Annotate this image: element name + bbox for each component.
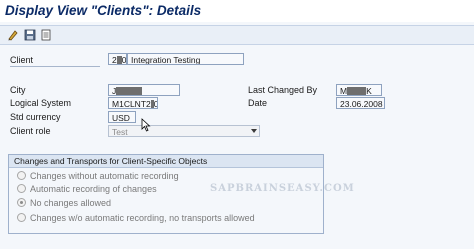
redaction xyxy=(116,87,143,95)
city-label: City xyxy=(10,85,26,95)
save-icon[interactable] xyxy=(24,29,36,41)
client-role-value: Test xyxy=(112,127,128,137)
transports-group: Changes and Transports for Client-Specif… xyxy=(8,154,324,234)
client-label: Client xyxy=(10,55,34,65)
radio-button-icon xyxy=(17,213,26,222)
city-field[interactable]: J xyxy=(108,84,180,96)
radio-option-automatic-recording[interactable]: Automatic recording of changes xyxy=(17,183,157,195)
chevron-down-icon xyxy=(251,129,257,133)
logical-system-label: Logical System xyxy=(10,98,72,108)
client-role-label: Client role xyxy=(10,126,51,136)
radio-label: Changes without automatic recording xyxy=(30,171,179,181)
client-description-field: Integration Testing xyxy=(127,53,244,65)
radio-label: Changes w/o automatic recording, no tran… xyxy=(30,213,255,223)
logical-system-value-mid: 1CLNT2 xyxy=(119,99,151,109)
window-title: Display View "Clients": Details xyxy=(0,0,474,22)
watermark: SAPBRAINSEASY.COM xyxy=(210,183,355,194)
radio-button-icon xyxy=(17,171,26,180)
client-field[interactable]: 20 xyxy=(108,53,127,65)
date-field[interactable]: 23.06.2008 xyxy=(336,97,385,109)
radio-label: No changes allowed xyxy=(30,198,112,208)
currency-label: Std currency xyxy=(10,112,61,122)
client-value-suffix: 0 xyxy=(121,55,127,65)
date-label: Date xyxy=(248,98,268,108)
radio-option-no-transports[interactable]: Changes w/o automatic recording, no tran… xyxy=(17,212,255,224)
last-changed-label: Last Changed By xyxy=(248,85,318,95)
logical-system-value-suffix: 0 xyxy=(154,99,157,108)
radio-option-no-changes-allowed[interactable]: No changes allowed xyxy=(17,197,111,209)
print-icon[interactable] xyxy=(40,29,52,41)
last-changed-value-prefix: M xyxy=(340,86,348,96)
last-changed-value-suffix: K xyxy=(366,86,372,96)
currency-field[interactable]: USD xyxy=(108,111,136,123)
transports-group-header: Changes and Transports for Client-Specif… xyxy=(9,155,323,168)
client-separator xyxy=(10,66,100,67)
mouse-cursor-icon xyxy=(141,118,151,134)
client-role-dropdown[interactable]: Test xyxy=(108,125,260,137)
application-toolbar xyxy=(0,25,474,45)
redaction xyxy=(347,87,367,95)
radio-option-changes-without-recording[interactable]: Changes without automatic recording xyxy=(17,170,179,182)
logical-system-field[interactable]: M1CLNT20 xyxy=(108,97,158,109)
change-display-icon[interactable] xyxy=(7,29,19,41)
radio-button-icon xyxy=(17,184,26,193)
radio-button-selected-icon xyxy=(17,198,26,207)
last-changed-field[interactable]: MK xyxy=(336,84,382,96)
radio-label: Automatic recording of changes xyxy=(30,184,157,194)
